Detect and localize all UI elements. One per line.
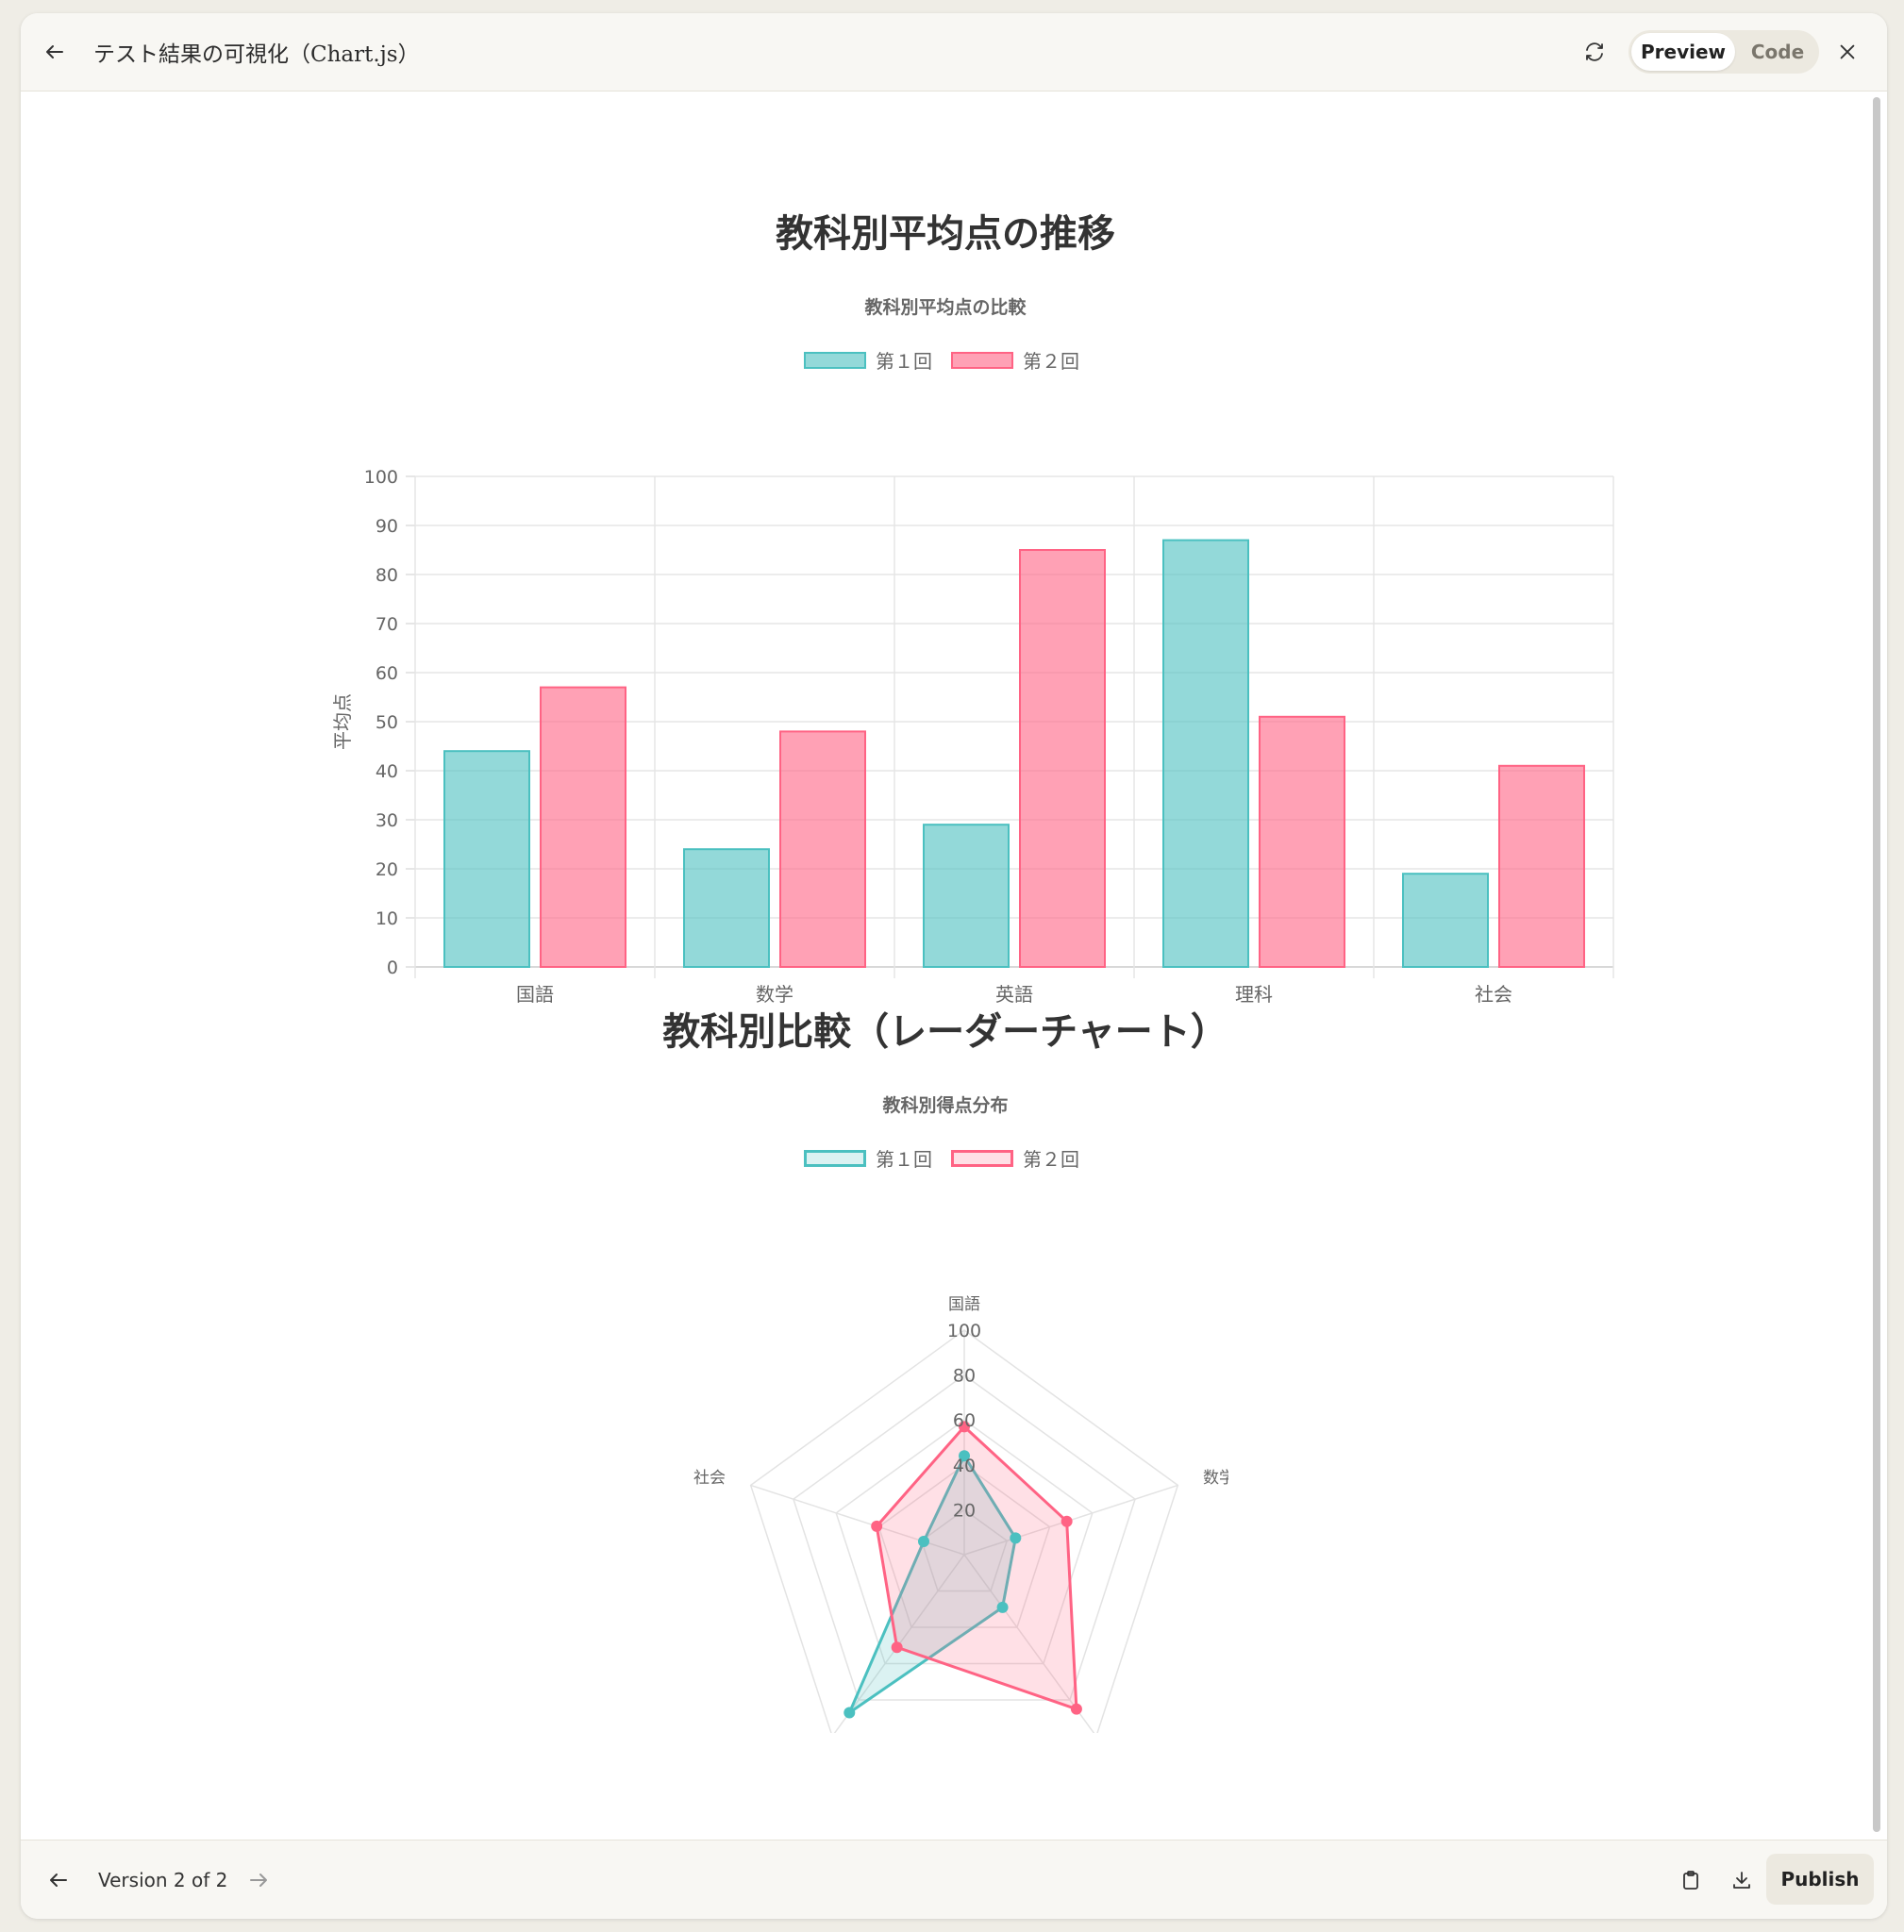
back-arrow-icon[interactable] — [36, 33, 74, 71]
radar-tick-label: 20 — [953, 1500, 976, 1521]
scrollbar-thumb[interactable] — [1873, 97, 1880, 1832]
close-icon[interactable] — [1829, 33, 1866, 71]
radar-tick-label: 40 — [953, 1456, 976, 1476]
bar-chart-title: 教科別平均点の比較 — [864, 297, 1027, 318]
radar-tick-label: 80 — [953, 1366, 976, 1387]
radar-chart-title: 教科別得点分布 — [882, 1095, 1009, 1116]
tab-code[interactable]: Code — [1738, 33, 1817, 71]
y-tick-label: 90 — [376, 516, 398, 537]
bar — [923, 824, 1010, 969]
radar-point — [1070, 1703, 1082, 1715]
radar-point — [871, 1520, 883, 1532]
bar — [540, 686, 626, 968]
artifact-title: テスト結果の可視化（Chart.js） — [93, 42, 420, 67]
bar — [1019, 549, 1106, 968]
legend-item-series2[interactable]: 第２回 — [951, 346, 1079, 374]
radar-point — [891, 1641, 903, 1654]
version-label: Version 2 of 2 — [98, 1869, 228, 1891]
previous-version-icon[interactable] — [40, 1861, 77, 1899]
download-icon[interactable] — [1723, 1861, 1761, 1899]
radar-tick-label: 100 — [947, 1321, 981, 1341]
bar — [1162, 539, 1249, 968]
y-tick-label: 40 — [376, 761, 398, 782]
bar — [683, 848, 770, 969]
bar-chart-legend: 第１回 第２回 — [804, 346, 1098, 374]
bar — [779, 730, 866, 968]
y-axis-label: 平均点 — [331, 693, 354, 750]
legend-label: 第２回 — [1023, 1148, 1079, 1171]
refresh-icon[interactable] — [1576, 33, 1613, 71]
radar-point — [1061, 1515, 1073, 1527]
legend-swatch — [951, 1149, 1013, 1167]
y-tick-label: 30 — [376, 810, 398, 831]
bar — [1498, 764, 1585, 968]
radar-chart-legend: 第１回 第２回 — [804, 1144, 1098, 1172]
next-version-icon[interactable] — [240, 1861, 277, 1899]
y-tick-label: 70 — [376, 614, 398, 635]
radar-point — [996, 1601, 1009, 1613]
y-tick-label: 100 — [364, 467, 398, 488]
radar-point — [1010, 1532, 1022, 1544]
y-tick-label: 20 — [376, 859, 398, 880]
legend-item-series1[interactable]: 第１回 — [804, 1144, 932, 1172]
y-tick-label: 0 — [387, 958, 398, 978]
tab-preview[interactable]: Preview — [1631, 33, 1735, 71]
legend-label: 第１回 — [876, 350, 932, 373]
legend-item-series2[interactable]: 第２回 — [951, 1144, 1079, 1172]
legend-swatch — [951, 351, 1013, 369]
radar-point — [917, 1536, 929, 1548]
bar-section-heading: 教科別平均点の推移 — [776, 212, 1115, 256]
radar-point-label: 社会 — [693, 1469, 726, 1488]
preview-content: 教科別平均点の推移 教科別平均点の比較 第１回 第２回 0 10 20 30 40 50 6… — [21, 92, 1887, 1840]
scrollbar[interactable] — [1870, 97, 1883, 1832]
y-tick-label: 50 — [376, 712, 398, 733]
legend-label: 第２回 — [1023, 350, 1079, 373]
bar-chart: 0102030405060708090100国語 数学 英語 理科 社会平均点 — [331, 467, 1614, 1006]
legend-label: 第１回 — [876, 1148, 932, 1171]
bar — [443, 750, 530, 969]
radar-chart: 20406080100国語数学英語理科社会 — [693, 1295, 1228, 1733]
y-tick-label: 60 — [376, 663, 398, 684]
bar — [1259, 715, 1345, 968]
artifact-window: テスト結果の可視化（Chart.js） Preview Code 教科別平均点の… — [21, 13, 1887, 1919]
radar-tick-label: 60 — [953, 1410, 976, 1431]
view-toggle: Preview Code — [1628, 30, 1819, 74]
y-tick-label: 80 — [376, 565, 398, 586]
radar-section-heading: 教科別比較（レーダーチャート） — [662, 1010, 1228, 1054]
radar-point-label: 国語 — [948, 1295, 980, 1314]
legend-swatch — [804, 1149, 866, 1167]
radar-point-label: 数学 — [1203, 1469, 1228, 1488]
top-bar: テスト結果の可視化（Chart.js） Preview Code — [21, 13, 1887, 92]
y-tick-label: 10 — [376, 908, 398, 929]
legend-swatch — [804, 351, 866, 369]
clipboard-icon[interactable] — [1672, 1861, 1710, 1899]
legend-item-series1[interactable]: 第１回 — [804, 346, 932, 374]
publish-button[interactable]: Publish — [1766, 1854, 1874, 1905]
radar-point — [843, 1707, 856, 1719]
bar — [1402, 873, 1489, 969]
bottom-bar: Version 2 of 2 Publish — [21, 1840, 1887, 1919]
